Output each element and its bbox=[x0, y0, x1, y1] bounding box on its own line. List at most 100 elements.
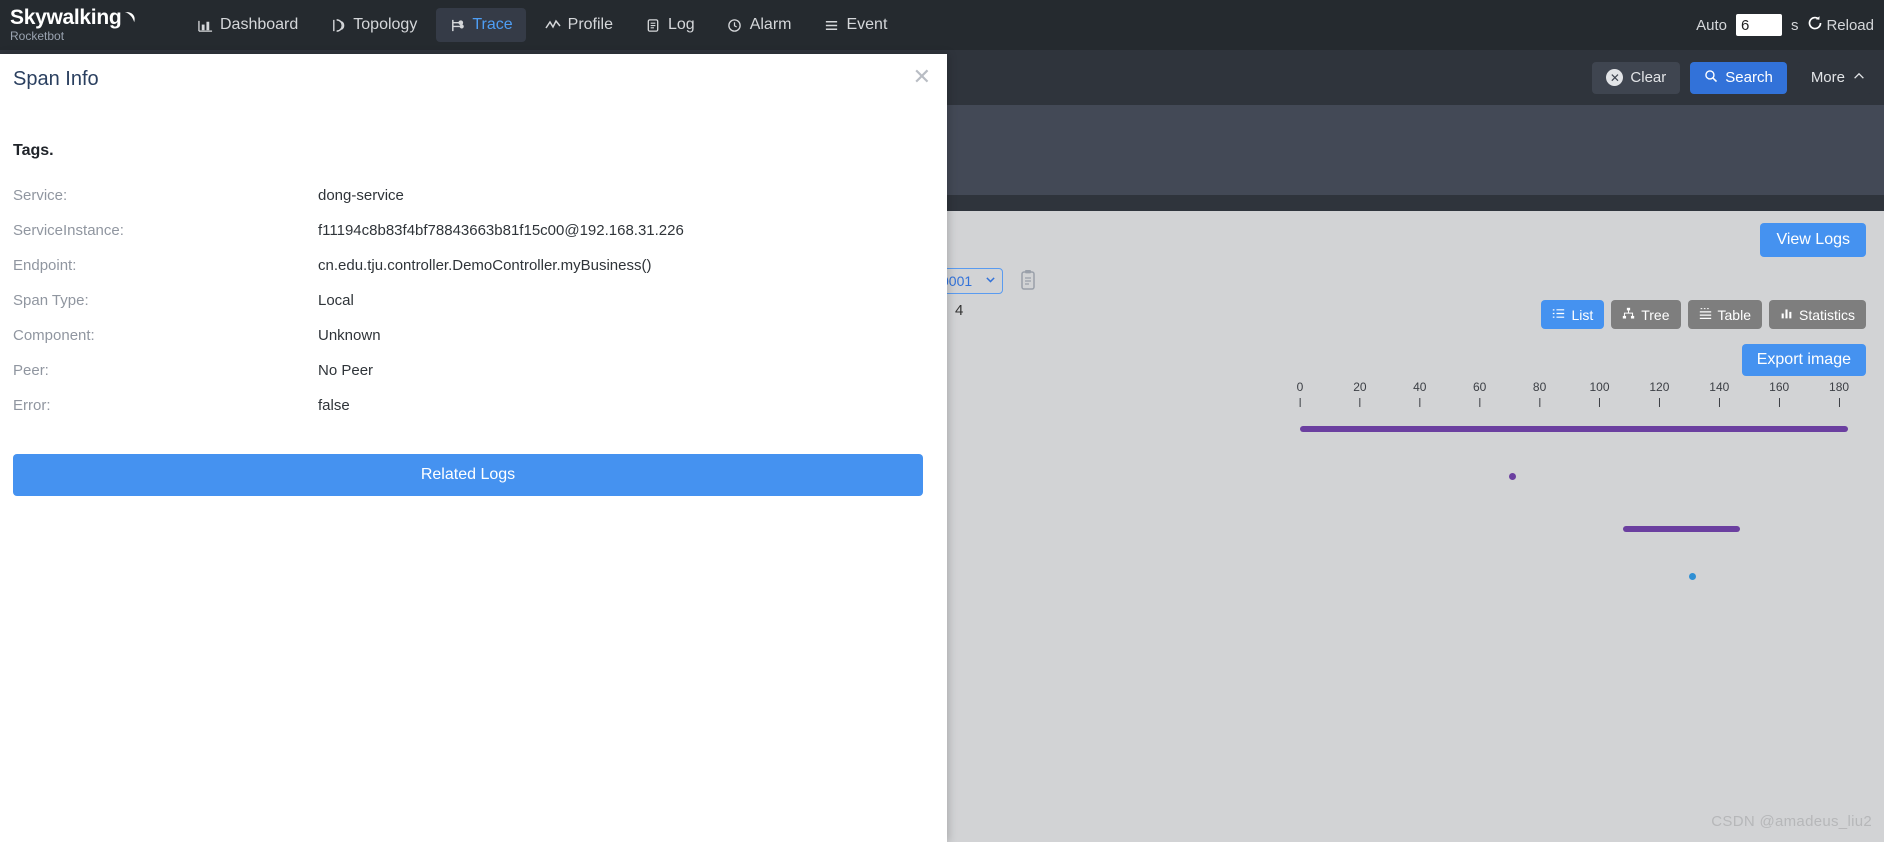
span-tags-table: Service: dong-service ServiceInstance: f111… bbox=[13, 178, 893, 423]
view-mode-list-button[interactable]: List bbox=[1541, 300, 1605, 329]
axis-tick-label: 180 bbox=[1829, 380, 1850, 394]
axis-tick: 160 bbox=[1769, 381, 1789, 407]
axis-tick-label: 40 bbox=[1413, 380, 1427, 394]
view-mode-label: Statistics bbox=[1798, 306, 1855, 323]
auto-refresh-label: Auto bbox=[1696, 16, 1727, 34]
tag-value: Local bbox=[318, 292, 354, 309]
tag-key: Error: bbox=[13, 397, 51, 414]
axis-tick: 100 bbox=[1589, 380, 1610, 407]
nav-item-event[interactable]: Event bbox=[810, 8, 900, 42]
topology-icon bbox=[330, 17, 346, 33]
search-icon bbox=[1704, 69, 1718, 87]
reload-button[interactable]: Reload bbox=[1807, 15, 1874, 35]
axis-tick-mark bbox=[1778, 398, 1780, 407]
nav-item-dashboard[interactable]: Dashboard bbox=[184, 8, 311, 42]
statistics-icon bbox=[1780, 307, 1793, 323]
refresh-icon bbox=[1807, 15, 1823, 35]
nav-label: Trace bbox=[472, 16, 513, 33]
event-list-icon bbox=[823, 17, 839, 33]
moon-icon bbox=[122, 11, 137, 26]
profile-line-icon bbox=[545, 17, 561, 33]
app-logo[interactable]: Skywalking Rocketbot bbox=[0, 0, 160, 50]
search-label: Search bbox=[1725, 69, 1773, 86]
close-icon[interactable]: ✕ bbox=[913, 66, 931, 88]
list-icon bbox=[1552, 307, 1565, 323]
axis-tick: 140 bbox=[1709, 381, 1729, 407]
logo-subtitle: Rocketbot bbox=[10, 29, 65, 43]
chart-bar-icon bbox=[197, 17, 213, 33]
tag-row: Endpoint: cn.edu.tju.controller.DemoContr… bbox=[13, 248, 893, 283]
tag-key: Endpoint: bbox=[13, 257, 77, 274]
log-icon bbox=[645, 17, 661, 33]
tag-value: f11194c8b83f4bf78843663b81f15c00@192.168… bbox=[318, 222, 684, 239]
auto-refresh-interval-input[interactable] bbox=[1735, 14, 1782, 36]
tag-row: ServiceInstance: f11194c8b83f4bf78843663b… bbox=[13, 213, 893, 248]
tag-row: Component: Unknown bbox=[13, 318, 893, 353]
span-bars-chart bbox=[1300, 426, 1884, 626]
nav-label: Profile bbox=[567, 16, 613, 33]
axis-tick-label: 160 bbox=[1769, 380, 1790, 394]
tag-key: Component: bbox=[13, 327, 95, 344]
top-navbar: Skywalking Rocketbot Dashboard Topology … bbox=[0, 0, 1884, 50]
table-icon bbox=[1699, 307, 1712, 323]
nav-item-log[interactable]: Log bbox=[632, 8, 708, 42]
span-info-title: Span Info bbox=[13, 68, 99, 90]
axis-tick: 120 bbox=[1649, 381, 1669, 407]
nav-label: Alarm bbox=[749, 16, 792, 33]
view-mode-statistics-button[interactable]: Statistics bbox=[1768, 300, 1866, 329]
span-bar[interactable] bbox=[1300, 426, 1849, 432]
axis-tick: 60 bbox=[1473, 381, 1486, 407]
span-bar[interactable] bbox=[1509, 472, 1517, 480]
axis-tick: 180 bbox=[1829, 381, 1849, 407]
view-mode-label: Tree bbox=[1641, 306, 1670, 323]
clipboard-icon[interactable] bbox=[1019, 269, 1037, 291]
axis-tick-label: 0 bbox=[1296, 380, 1304, 394]
axis-tick-label: 60 bbox=[1473, 380, 1487, 394]
axis-tick-label: 20 bbox=[1353, 380, 1367, 394]
nav-label: Event bbox=[846, 16, 888, 33]
chevron-down-icon bbox=[984, 273, 997, 289]
export-image-button[interactable]: Export image bbox=[1741, 344, 1866, 376]
nav-label: Topology bbox=[353, 16, 418, 33]
tag-value: false bbox=[318, 397, 350, 414]
nav-item-trace[interactable]: Trace bbox=[436, 8, 526, 42]
view-mode-tree-button[interactable]: Tree bbox=[1611, 300, 1681, 329]
axis-tick: 20 bbox=[1353, 380, 1367, 407]
tag-row: Error: false bbox=[13, 388, 893, 423]
tag-key: Span Type: bbox=[13, 292, 89, 309]
span-bar[interactable] bbox=[1623, 526, 1741, 532]
close-circle-icon: ✕ bbox=[1606, 69, 1624, 86]
more-label: More bbox=[1810, 69, 1845, 86]
tag-key: ServiceInstance: bbox=[13, 222, 124, 239]
axis-tick-label: 100 bbox=[1589, 380, 1610, 394]
logo-title-text: Skywalking bbox=[10, 6, 122, 29]
tags-heading: Tags. bbox=[13, 142, 54, 159]
axis-tick-mark bbox=[1299, 398, 1301, 407]
nav-item-topology[interactable]: Topology bbox=[317, 8, 430, 42]
auto-refresh-unit: s bbox=[1790, 16, 1799, 34]
axis-tick-mark bbox=[1539, 398, 1541, 407]
tag-value: No Peer bbox=[318, 362, 374, 379]
view-mode-label: List bbox=[1571, 306, 1594, 323]
view-mode-table-button[interactable]: Table bbox=[1687, 300, 1762, 329]
tag-value: Unknown bbox=[318, 327, 381, 344]
search-button[interactable]: Search bbox=[1690, 61, 1787, 94]
span-info-modal: Span Info ✕ Tags. Service: dong-service Se… bbox=[0, 54, 947, 842]
trace-icon bbox=[449, 17, 465, 33]
view-mode-toggle-group: List Tree Table Statistics bbox=[1541, 300, 1866, 329]
nav-item-profile[interactable]: Profile bbox=[532, 8, 626, 42]
app-root: Skywalking Rocketbot Dashboard Topology … bbox=[0, 0, 1884, 842]
related-logs-button[interactable]: Related Logs bbox=[13, 454, 923, 496]
tree-icon bbox=[1622, 307, 1635, 323]
axis-tick-label: 80 bbox=[1532, 380, 1547, 394]
logo-title: Skywalking bbox=[10, 7, 160, 28]
span-bar[interactable] bbox=[1688, 572, 1696, 580]
tag-value: dong-service bbox=[318, 187, 404, 204]
alarm-clock-icon bbox=[727, 17, 743, 33]
axis-tick-mark bbox=[1479, 398, 1481, 407]
view-logs-button[interactable]: View Logs bbox=[1760, 223, 1866, 257]
nav-item-alarm[interactable]: Alarm bbox=[714, 8, 805, 42]
clear-button[interactable]: ✕ Clear bbox=[1592, 61, 1681, 94]
navbar-right-controls: Auto s Reload bbox=[1696, 14, 1884, 36]
more-button[interactable]: More bbox=[1796, 61, 1872, 94]
